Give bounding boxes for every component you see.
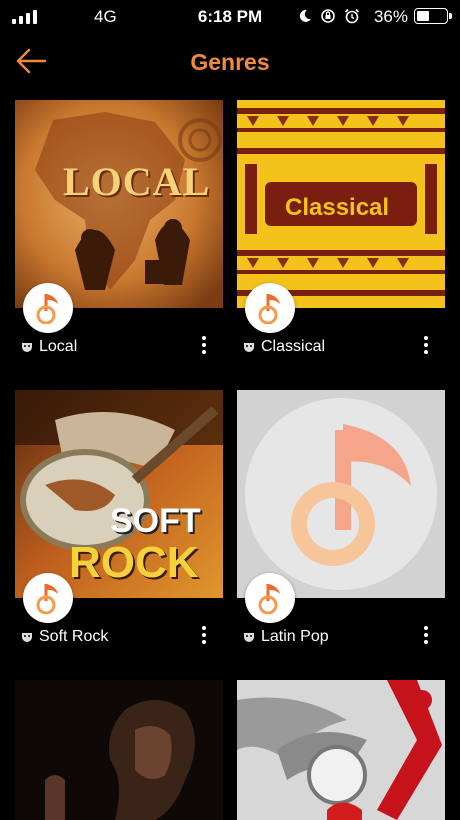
header: Genres [0, 32, 460, 92]
more-options-icon[interactable] [421, 626, 431, 650]
genre-art-text: SOFT [110, 502, 201, 540]
genre-art-text: ROCK [69, 538, 199, 587]
genre-title[interactable]: Classical [261, 338, 325, 356]
mask-icon [244, 343, 254, 352]
alarm-icon [344, 8, 360, 24]
more-options-icon[interactable] [199, 626, 209, 650]
genre-title[interactable]: Soft Rock [39, 628, 108, 646]
genre-art-classical[interactable]: Classical [237, 100, 445, 308]
genre-art-6[interactable] [237, 680, 445, 820]
more-options-icon[interactable] [199, 336, 209, 360]
battery-percent: 36% [373, 7, 408, 26]
music-note-badge [23, 573, 73, 623]
genre-art-text: LOCAL [63, 159, 211, 204]
music-note-icon [258, 584, 280, 614]
genre-art-text: Classical [285, 194, 390, 221]
genre-title[interactable]: Latin Pop [261, 628, 329, 646]
music-note-badge [245, 283, 295, 333]
more-options-icon[interactable] [421, 336, 431, 360]
music-note-icon [36, 584, 58, 614]
battery-icon [414, 8, 452, 24]
moon-icon [299, 9, 311, 22]
music-note-icon [258, 294, 280, 324]
genre-art-latin-pop[interactable] [237, 390, 445, 598]
music-note-badge [245, 573, 295, 623]
genre-art-local[interactable]: LOCAL [15, 100, 223, 308]
music-note-icon [36, 294, 58, 324]
mask-icon [22, 343, 32, 352]
genre-title[interactable]: Local [39, 338, 77, 356]
mask-icon [244, 633, 254, 642]
mask-icon [22, 633, 32, 642]
genre-art-soft-rock[interactable]: SOFT ROCK [15, 390, 223, 598]
status-bar: 4G 6:18 PM 36% [0, 0, 460, 32]
rotation-lock-icon [321, 9, 335, 23]
music-note-badge [23, 283, 73, 333]
page-title: Genres [190, 49, 270, 75]
genre-art-5[interactable] [15, 680, 223, 820]
